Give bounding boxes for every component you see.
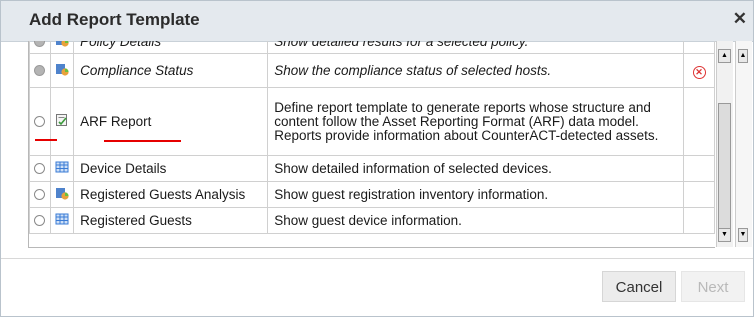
template-name: Registered Guests Analysis — [73, 181, 269, 208]
add-report-template-dialog: Add Report Template ✕ Policy Details Sho… — [0, 0, 754, 317]
row-radio[interactable] — [34, 189, 46, 200]
dialog-scrollbar[interactable]: ▲ ▼ — [735, 41, 752, 247]
row-radio[interactable] — [34, 41, 46, 47]
template-description: Show guest device information. — [267, 207, 685, 234]
template-description: Define report template to generate repor… — [267, 87, 685, 156]
row-radio[interactable] — [34, 116, 46, 127]
table-grid-icon — [55, 213, 69, 225]
template-name: Compliance Status — [73, 53, 269, 88]
template-name: Registered Guests — [73, 207, 269, 234]
scroll-down-button[interactable]: ▼ — [718, 228, 731, 242]
table-row[interactable]: Device Details Show detailed information… — [29, 155, 715, 182]
row-radio[interactable] — [34, 163, 46, 174]
template-name: ARF Report — [73, 87, 269, 156]
template-description: Show guest registration inventory inform… — [267, 181, 685, 208]
guests-chart-icon — [56, 188, 69, 200]
template-description: Show detailed information of selected de… — [267, 155, 685, 182]
table-row[interactable]: Registered Guests Show guest device info… — [29, 207, 715, 234]
policy-chart-icon — [56, 41, 69, 47]
cancel-button[interactable]: Cancel — [602, 271, 676, 302]
template-description: Show the compliance status of selected h… — [267, 53, 685, 88]
annotation-underline-name — [104, 140, 181, 142]
template-name: Policy Details — [73, 41, 269, 54]
dialog-scroll-down-button[interactable]: ▼ — [738, 228, 748, 242]
table-row[interactable]: Registered Guests Analysis Show guest re… — [29, 181, 715, 208]
table-grid-icon — [55, 161, 69, 173]
table-row[interactable]: Policy Details Show detailed results for… — [29, 41, 715, 54]
table-row[interactable]: ARF Report Define report template to gen… — [29, 87, 715, 156]
table-row[interactable]: Compliance Status Show the compliance st… — [29, 53, 715, 88]
row-radio[interactable] — [34, 65, 46, 76]
report-template-table: Policy Details Show detailed results for… — [28, 41, 715, 248]
dialog-titlebar: Add Report Template ✕ — [1, 1, 753, 42]
compliance-chart-icon — [56, 64, 69, 76]
scroll-thumb[interactable] — [718, 103, 731, 241]
dialog-title: Add Report Template — [29, 10, 200, 29]
template-name: Device Details — [73, 155, 269, 182]
template-description: Show detailed results for a selected pol… — [267, 41, 685, 54]
next-button[interactable]: Next — [681, 271, 745, 302]
footer-divider — [1, 258, 753, 259]
error-icon: ✕ — [692, 65, 706, 79]
close-icon[interactable]: ✕ — [733, 9, 747, 29]
dialog-scroll-up-button[interactable]: ▲ — [738, 49, 748, 63]
scroll-up-button[interactable]: ▲ — [718, 49, 731, 63]
table-scrollbar[interactable]: ▲ ▼ — [716, 41, 733, 247]
row-radio[interactable] — [34, 215, 46, 226]
annotation-underline-radio — [35, 139, 57, 141]
arf-report-icon — [56, 114, 68, 126]
